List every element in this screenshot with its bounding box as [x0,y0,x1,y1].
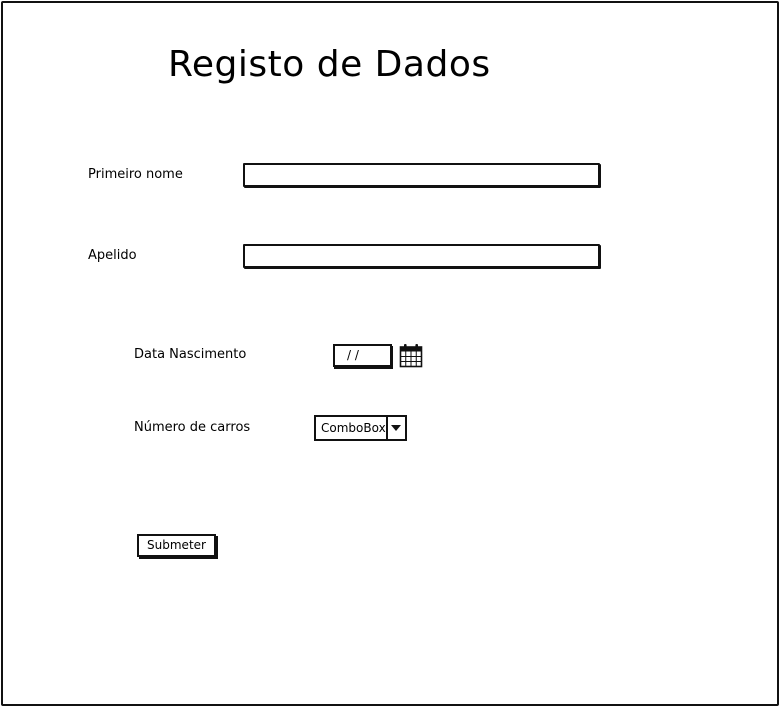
page-title: Registo de Dados [168,44,491,85]
calendar-icon[interactable] [399,343,423,368]
submit-button[interactable]: Submeter [137,534,216,557]
car-count-selected-value: ComboBox [321,421,386,435]
last-name-label: Apelido [88,248,137,263]
car-count-label: Número de carros [134,420,251,435]
chevron-down-icon[interactable] [386,417,405,439]
birth-date-label: Data Nascimento [134,347,247,362]
first-name-label: Primeiro nome [88,167,183,182]
last-name-input[interactable] [243,244,600,268]
birth-date-input[interactable]: / / [333,344,392,367]
first-name-input[interactable] [243,163,600,187]
car-count-combobox[interactable]: ComboBox [314,415,407,441]
